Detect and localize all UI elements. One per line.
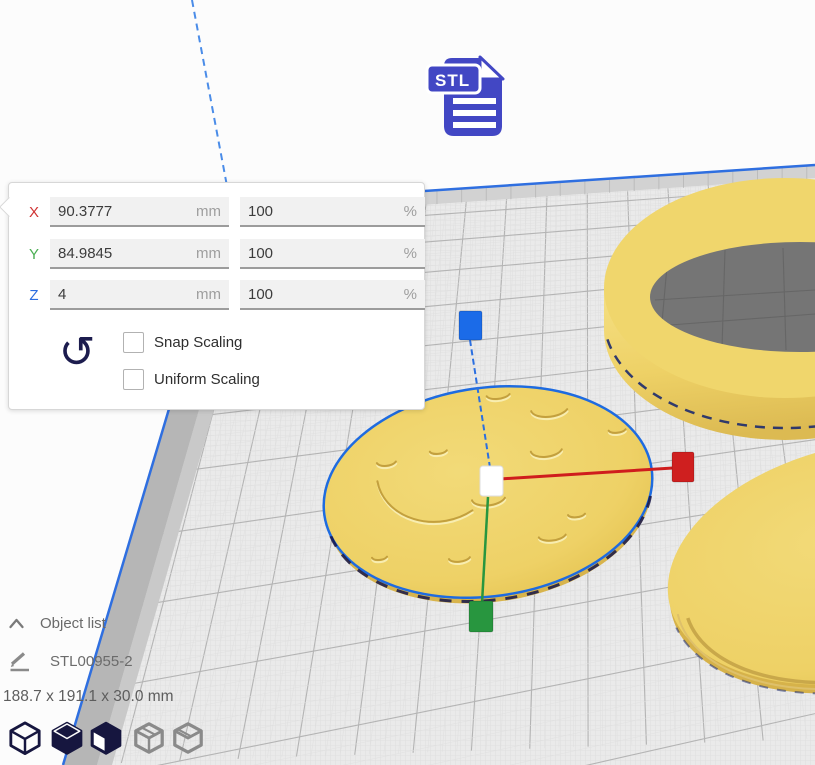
scale-row-z: Z 4 mm 100 % [9, 280, 425, 310]
axis-y-label: Y [26, 246, 42, 263]
z-mm-value: 4 [58, 286, 66, 303]
uniform-scaling-label: Uniform Scaling [154, 371, 260, 388]
z-percent-value: 100 [248, 286, 273, 303]
gizmo-x-handle[interactable] [672, 452, 694, 482]
cube-wireframe-icon[interactable] [8, 720, 42, 756]
view-mode-toolbar [8, 720, 210, 756]
stl-file-icon: STL [422, 46, 518, 142]
object-list-header[interactable]: Object list [8, 615, 106, 632]
cube-open-top-icon[interactable] [132, 720, 166, 756]
object-item-name: STL00955-2 [50, 653, 133, 670]
snap-scaling-row: Snap Scaling [123, 332, 242, 353]
z-percent-input[interactable]: 100 % [240, 280, 425, 310]
y-mm-unit: mm [196, 245, 221, 262]
stl-doc-fold [480, 57, 503, 79]
cube-open-front-icon[interactable] [89, 720, 123, 756]
scale-row-y: Y 84.9845 mm 100 % [9, 239, 425, 269]
pencil-icon [8, 651, 31, 672]
stl-badge-label: STL [435, 71, 470, 90]
viewport: STL X 90.3777 mm 100 % Y 84.9845 mm [0, 0, 815, 765]
uniform-scaling-row: Uniform Scaling [123, 369, 260, 390]
x-mm-unit: mm [196, 203, 221, 220]
uniform-scaling-checkbox[interactable] [123, 369, 144, 390]
x-percent-value: 100 [248, 203, 273, 220]
gizmo-y-handle[interactable] [469, 601, 493, 632]
z-percent-unit: % [404, 286, 417, 303]
cube-solid-icon[interactable] [50, 720, 84, 756]
cube-lidded-icon[interactable] [171, 720, 205, 756]
axis-x-label: X [26, 204, 42, 221]
scale-row-x: X 90.3777 mm 100 % [9, 197, 425, 227]
gizmo-z-handle[interactable] [459, 311, 482, 340]
z-mm-input[interactable]: 4 mm [50, 280, 229, 310]
reset-icon: ↺ [59, 327, 96, 378]
object-list-title: Object list [40, 615, 106, 632]
reset-scale-button[interactable]: ↺ [55, 329, 99, 377]
object-dimensions: 188.7 x 191.1 x 30.0 mm [3, 688, 174, 706]
snap-scaling-label: Snap Scaling [154, 334, 242, 351]
gizmo-center-handle[interactable] [480, 466, 503, 496]
x-percent-input[interactable]: 100 % [240, 197, 425, 227]
object-list-item[interactable]: STL00955-2 [8, 651, 133, 672]
x-percent-unit: % [404, 203, 417, 220]
scale-tool-panel: X 90.3777 mm 100 % Y 84.9845 mm 100 % Z [8, 182, 425, 410]
z-mm-unit: mm [196, 286, 221, 303]
y-mm-value: 84.9845 [58, 245, 112, 262]
axis-z-label: Z [26, 287, 42, 304]
chevron-up-icon [8, 617, 25, 630]
y-percent-input[interactable]: 100 % [240, 239, 425, 269]
x-mm-input[interactable]: 90.3777 mm [50, 197, 229, 227]
y-percent-unit: % [404, 245, 417, 262]
y-percent-value: 100 [248, 245, 273, 262]
y-mm-input[interactable]: 84.9845 mm [50, 239, 229, 269]
snap-scaling-checkbox[interactable] [123, 332, 144, 353]
x-mm-value: 90.3777 [58, 203, 112, 220]
